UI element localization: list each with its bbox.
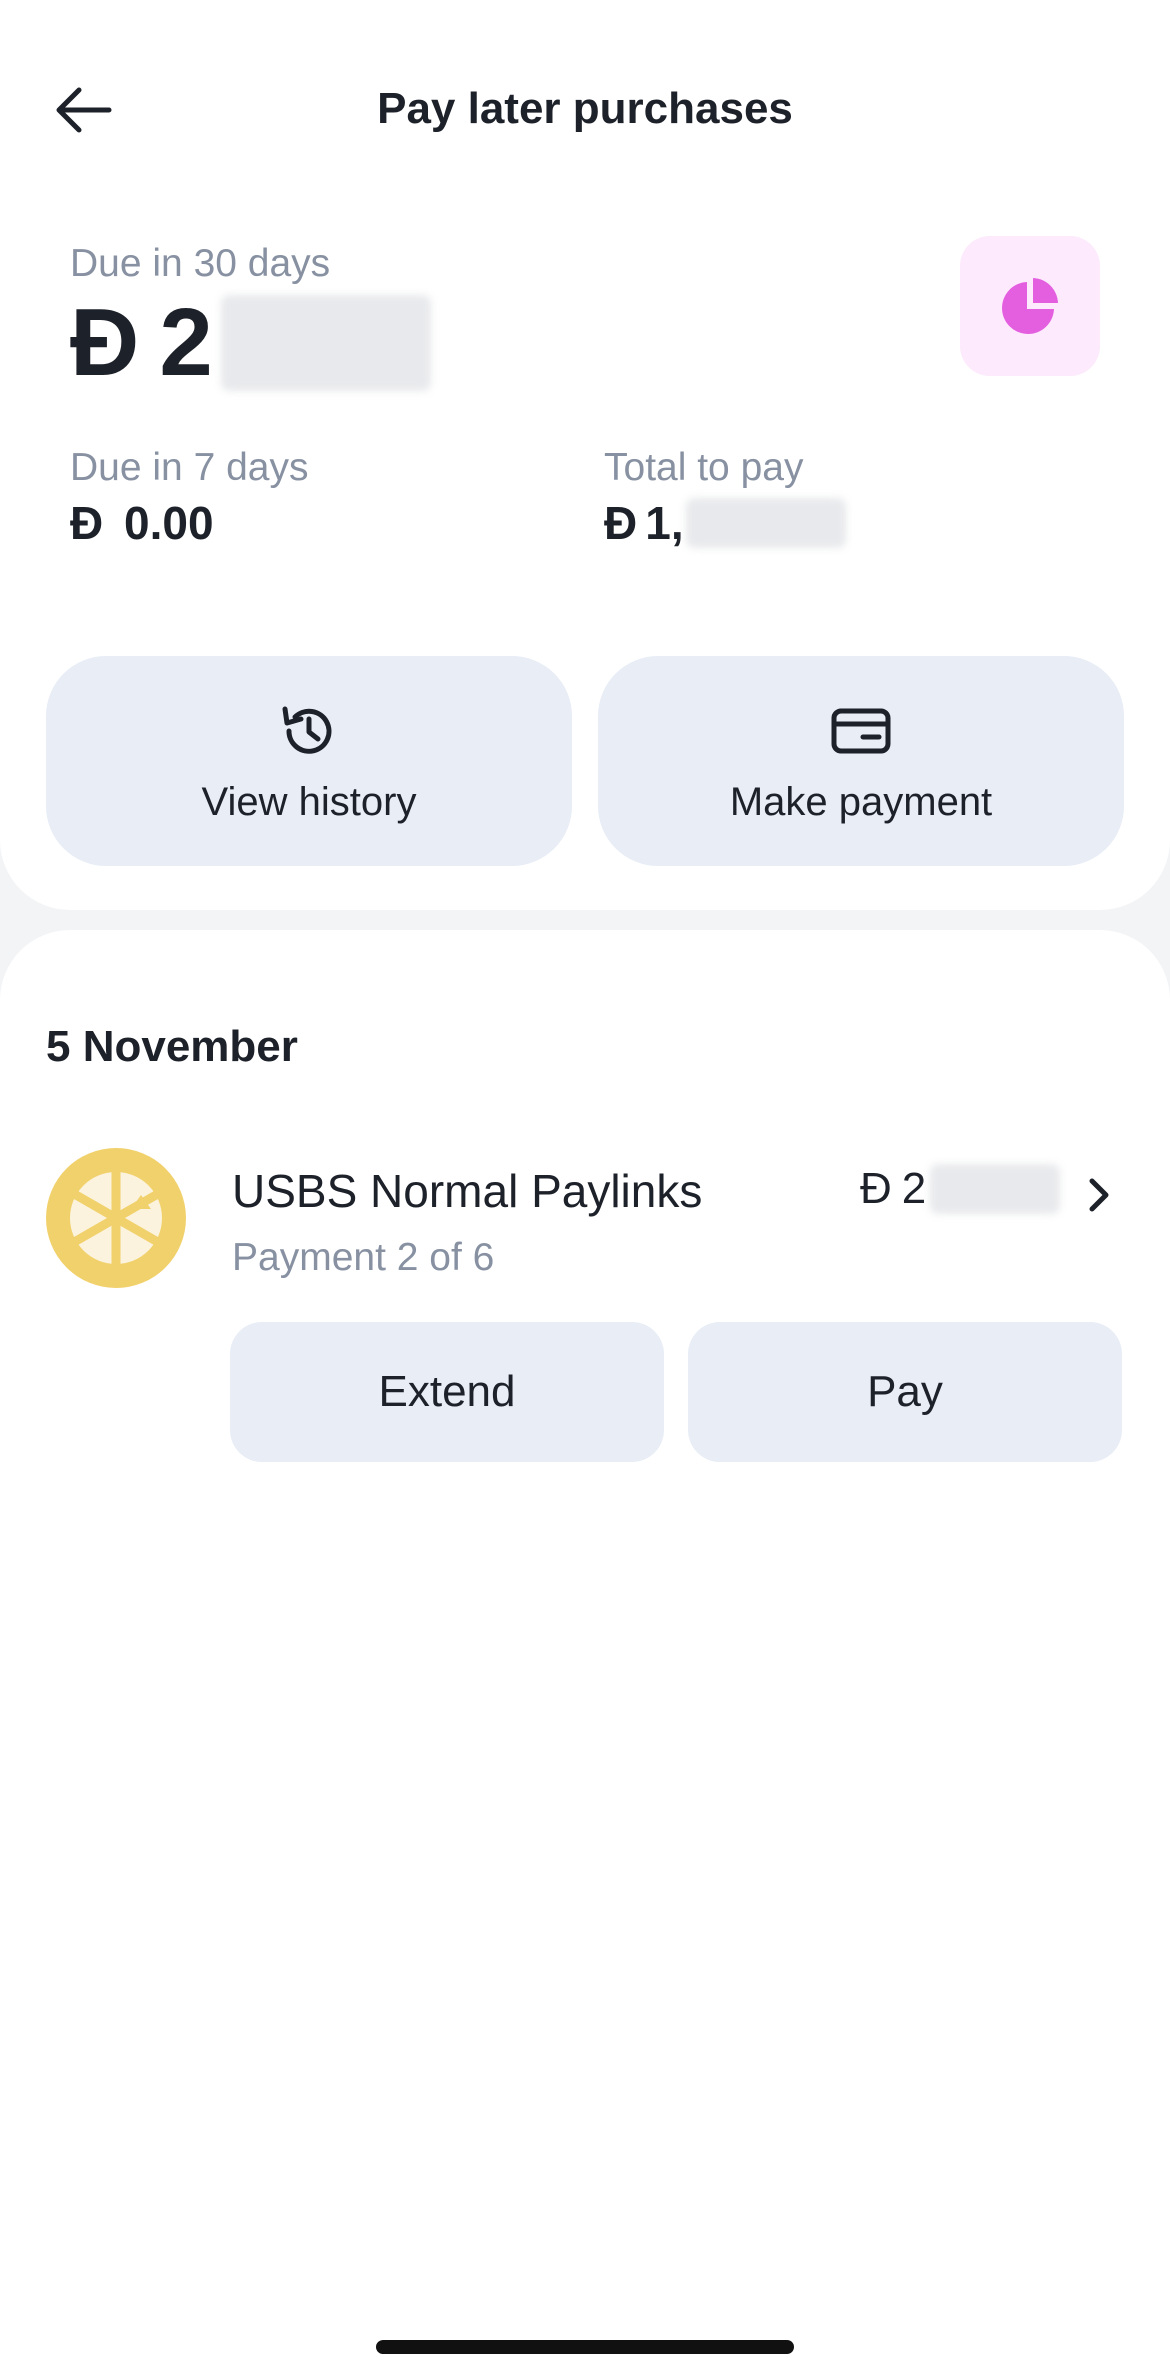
due-30-days-label: Due in 30 days: [70, 242, 331, 285]
currency-symbol: Đ: [860, 1164, 892, 1213]
make-payment-label: Make payment: [729, 779, 993, 824]
redacted-amount: [220, 295, 431, 391]
view-history-button[interactable]: View history: [46, 656, 572, 866]
page-title: Pay later purchases: [377, 84, 793, 133]
home-indicator: [376, 2340, 794, 2354]
section-date-header: 5 November: [46, 1022, 298, 1071]
purchases-card: 5 November USBS Normal Paylinks Payment …: [0, 930, 1170, 2374]
due-7-days-value: 0.00: [124, 497, 214, 549]
due-30-days-amount: Đ 2: [70, 288, 431, 398]
currency-symbol: Đ: [70, 289, 142, 396]
chevron-right-icon[interactable]: [1080, 1170, 1120, 1220]
currency-symbol: Đ: [70, 497, 104, 549]
due-7-days-amount: Đ 0.00: [70, 496, 214, 550]
make-payment-button[interactable]: Make payment: [598, 656, 1124, 866]
merchant-logo-icon: [70, 1172, 162, 1264]
total-to-pay-amount: Đ 1,: [604, 496, 846, 550]
pay-button[interactable]: Pay: [688, 1322, 1122, 1462]
purchase-amount-visible-digits: 2: [901, 1164, 927, 1213]
header: Pay later purchases: [0, 70, 1170, 150]
spending-insights-button[interactable]: [960, 236, 1100, 376]
pie-chart-icon: [1002, 278, 1058, 334]
total-visible-digits: 1,: [645, 497, 684, 549]
redacted-amount: [685, 498, 846, 548]
due-7-days-label: Due in 7 days: [70, 446, 309, 489]
amount-visible-digits: 2: [159, 289, 215, 396]
screen: Pay later purchases Due in 30 days Đ 2 D…: [0, 0, 1170, 2374]
merchant-logo: [46, 1148, 186, 1288]
purchase-amount: Đ 2: [860, 1164, 1061, 1214]
currency-symbol: Đ: [604, 497, 638, 549]
extend-button[interactable]: Extend: [230, 1322, 664, 1462]
purchase-item-name[interactable]: USBS Normal Paylinks: [232, 1164, 702, 1218]
summary-card: Pay later purchases Due in 30 days Đ 2 D…: [0, 0, 1170, 910]
installment-progress: Payment 2 of 6: [232, 1236, 495, 1279]
redacted-amount: [930, 1164, 1061, 1214]
total-to-pay-label: Total to pay: [604, 446, 804, 489]
card-icon: [828, 698, 894, 764]
history-icon: [276, 698, 342, 764]
view-history-label: View history: [201, 779, 417, 824]
